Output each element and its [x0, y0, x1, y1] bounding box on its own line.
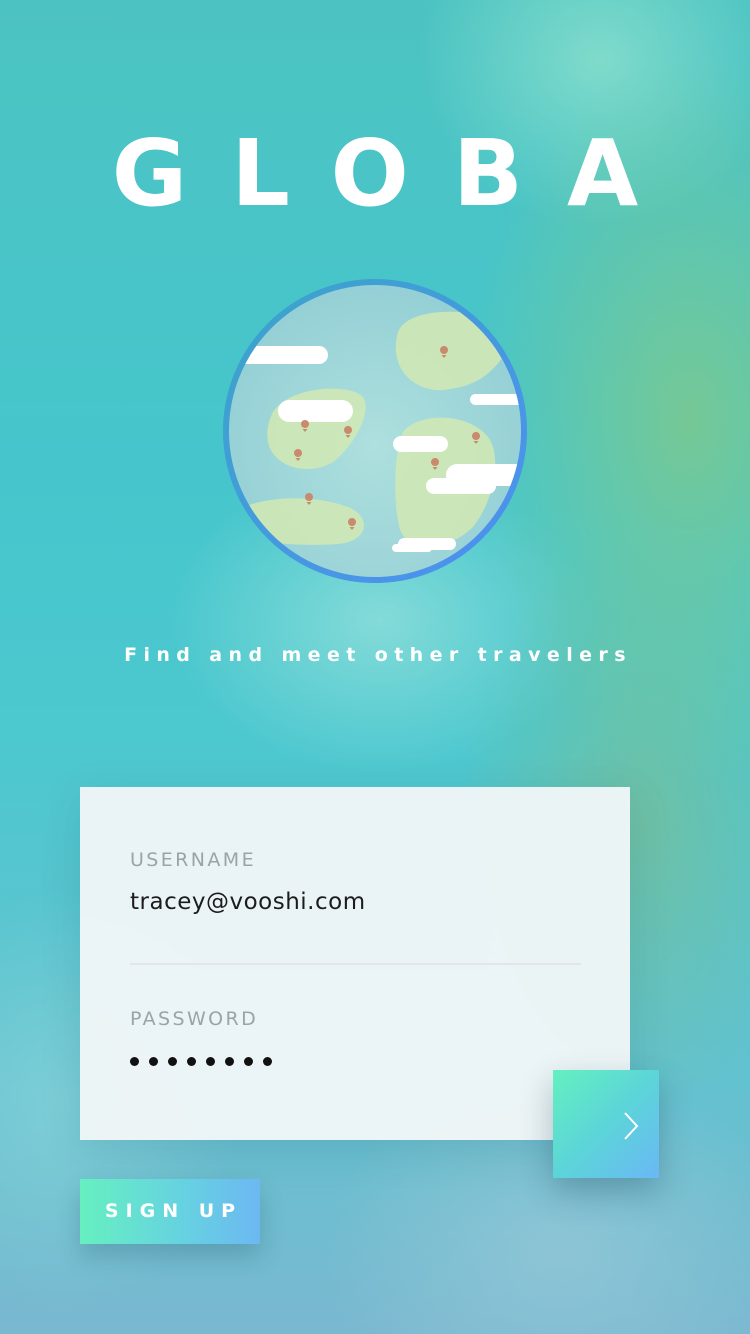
password-dot [244, 1057, 253, 1066]
login-card: USERNAME PASSWORD [80, 787, 630, 1140]
field-divider [130, 963, 581, 965]
password-dot [206, 1057, 215, 1066]
password-dot [187, 1057, 196, 1066]
password-dot [168, 1057, 177, 1066]
globe-illustration [218, 272, 538, 592]
username-field[interactable] [130, 889, 580, 915]
password-label: PASSWORD [130, 1008, 259, 1030]
password-dot [149, 1057, 158, 1066]
tagline: Find and meet other travelers [124, 644, 632, 666]
password-dot [263, 1057, 272, 1066]
password-field[interactable] [130, 1057, 272, 1066]
submit-button[interactable] [553, 1070, 659, 1178]
password-dot [130, 1057, 139, 1066]
sign-up-button[interactable]: SIGN UP [80, 1179, 260, 1244]
chevron-right-icon [624, 1112, 639, 1140]
username-label: USERNAME [130, 849, 256, 871]
password-dot [225, 1057, 234, 1066]
app-title: GLOBA [111, 120, 683, 227]
